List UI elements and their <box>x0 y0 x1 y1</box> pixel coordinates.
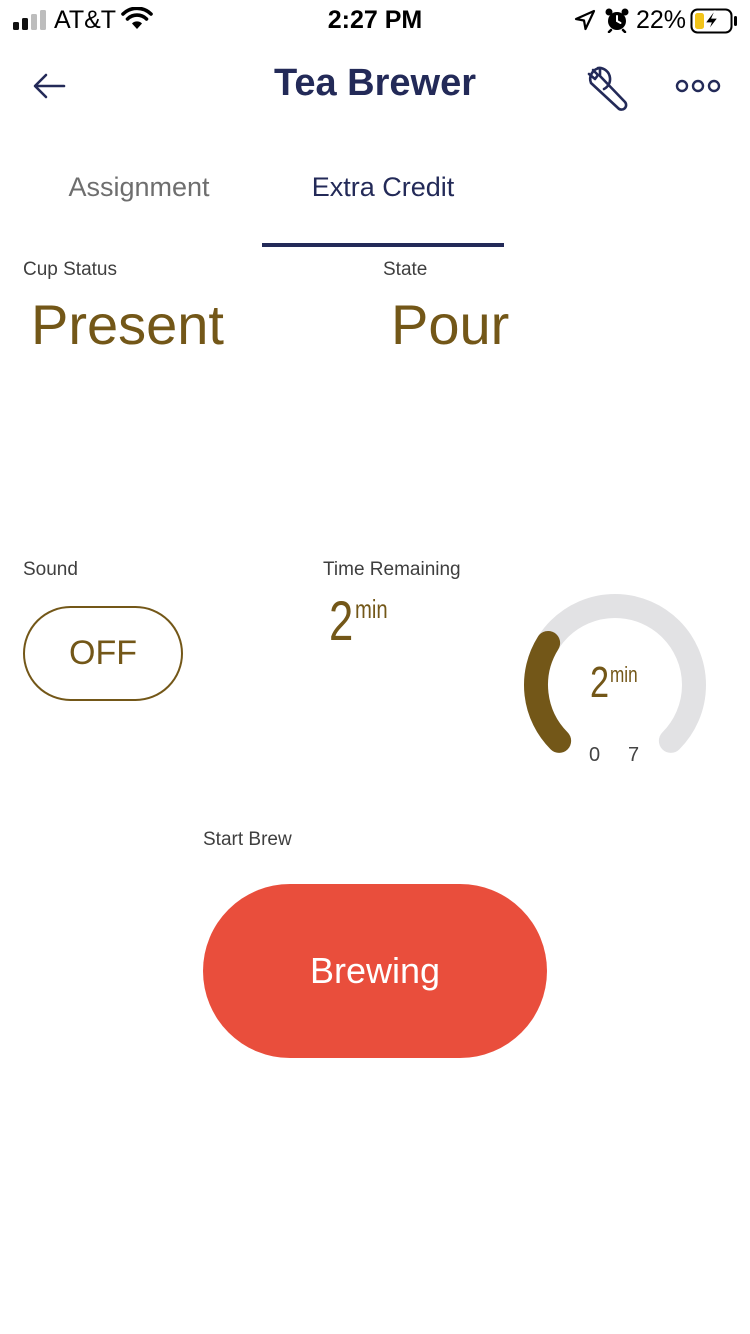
cup-status-value: Present <box>31 293 224 356</box>
sound-toggle-label: OFF <box>69 634 137 672</box>
gauge-value-unit: min <box>610 662 638 687</box>
settings-button[interactable] <box>582 62 634 114</box>
tab-extra-credit[interactable]: Extra Credit <box>262 172 504 248</box>
more-dots-icon <box>675 79 721 93</box>
active-tab-indicator <box>262 243 504 247</box>
alarm-icon <box>605 8 629 33</box>
battery-percent: 22% <box>636 6 687 34</box>
gauge-min-label: 0 <box>589 744 601 766</box>
state-value: Pour <box>391 293 510 356</box>
tab-assignment[interactable]: Assignment <box>20 172 258 248</box>
brew-button[interactable]: Brewing <box>203 884 547 1058</box>
gauge-value: 2 min <box>590 658 638 708</box>
start-brew-label: Start Brew <box>203 829 292 850</box>
gauge-fill <box>524 630 572 753</box>
page-title: Tea Brewer <box>273 62 477 104</box>
time-remaining-unit: min <box>355 594 388 624</box>
gauge-value-number: 2 <box>590 658 610 707</box>
battery-charging-icon <box>690 8 737 34</box>
brew-button-label: Brewing <box>309 950 441 991</box>
time-remaining-number: 2 <box>329 589 354 652</box>
status-bar: AT&T 2:27 PM 22% <box>0 0 750 40</box>
sound-toggle-button[interactable]: OFF <box>23 606 183 701</box>
more-options-button[interactable] <box>674 74 722 98</box>
state-label: State <box>383 259 428 280</box>
wrench-icon <box>587 66 628 111</box>
location-icon <box>574 9 596 31</box>
sound-label: Sound <box>23 559 78 580</box>
time-remaining-label: Time Remaining <box>323 559 461 580</box>
time-remaining-value: 2 min <box>329 588 388 653</box>
cup-status-label: Cup Status <box>23 259 117 280</box>
gauge-max-label: 7 <box>628 744 640 766</box>
